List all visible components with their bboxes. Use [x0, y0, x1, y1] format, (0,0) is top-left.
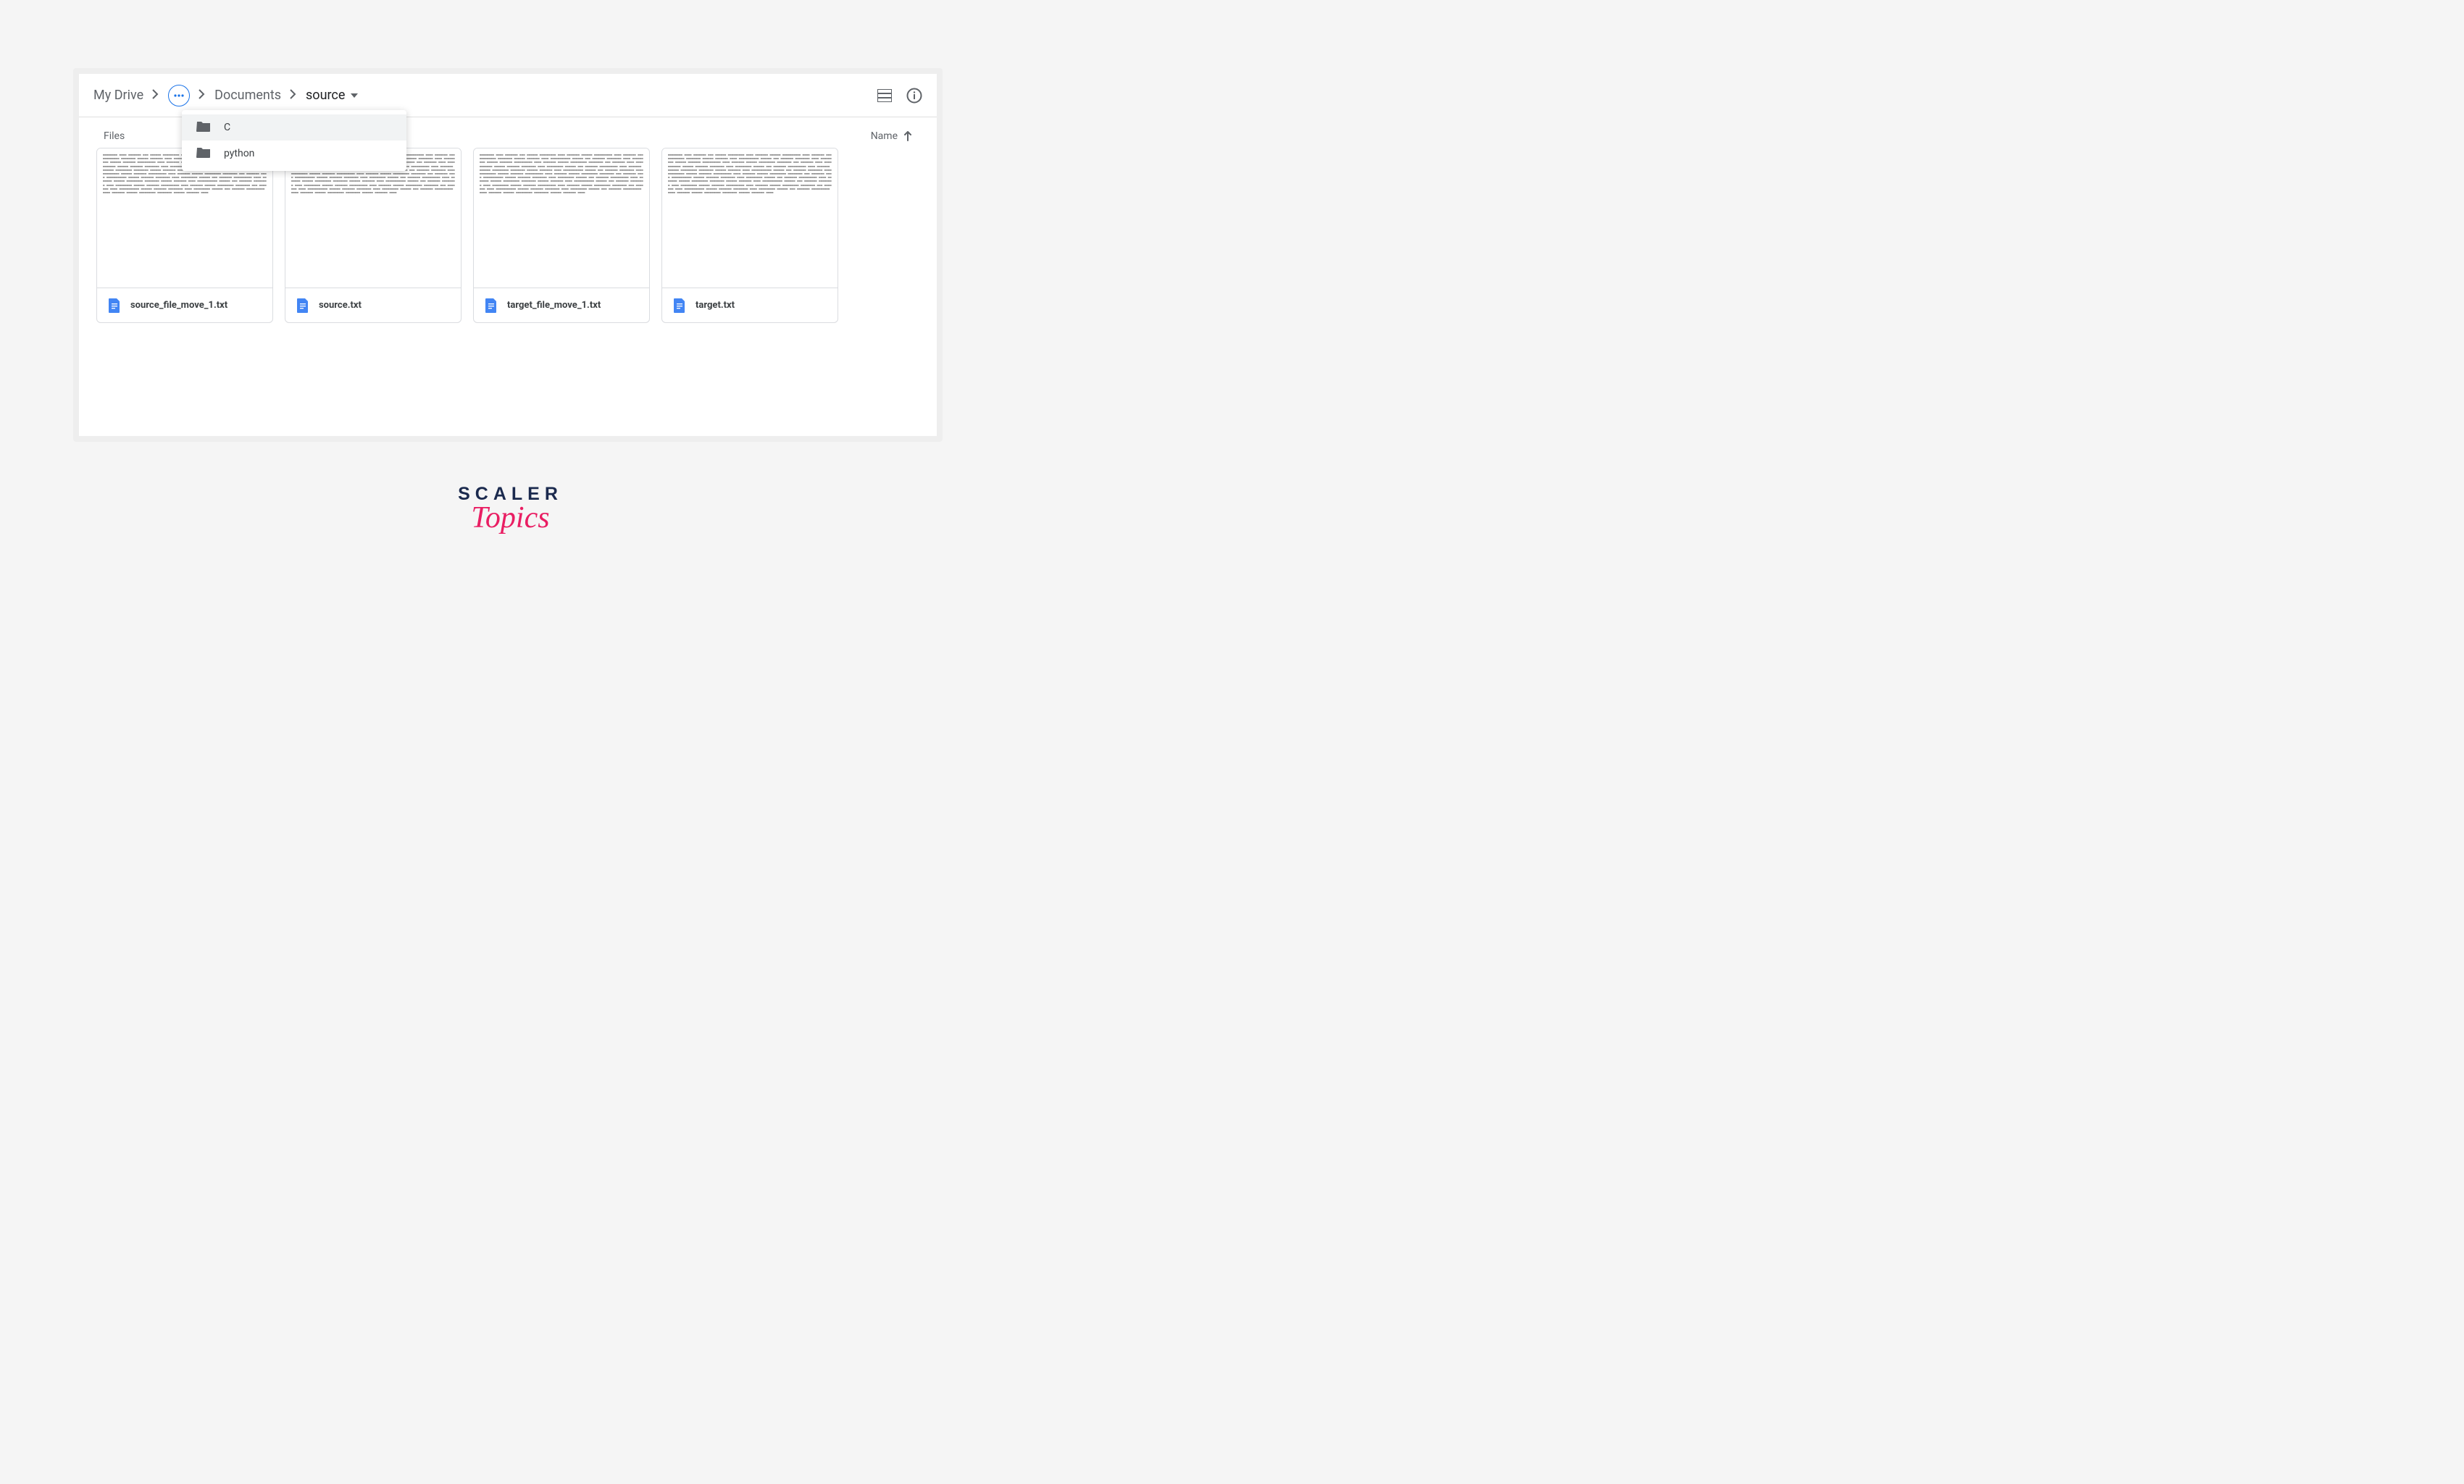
file-thumbnail: ▬▬▬▬▬▬▬▬ ▬▬▬▬ ▬▬▬▬▬▬▬ ▬▬▬ ▬▬▬▬▬▬ ▬▬▬▬▬▬▬…: [662, 148, 838, 288]
breadcrumb-documents[interactable]: Documents: [214, 88, 281, 103]
dropdown-item-python[interactable]: python: [182, 141, 406, 167]
dropdown-item-label: C: [224, 122, 230, 133]
section-title: Files: [104, 130, 125, 142]
caret-down-icon: [351, 93, 358, 98]
dropdown-item-c[interactable]: C: [182, 114, 406, 141]
document-icon: [674, 298, 685, 313]
files-grid: ▬▬▬▬▬▬▬▬ ▬▬▬▬ ▬▬▬▬▬▬▬ ▬▬▬ ▬▬▬▬▬▬ ▬▬▬▬▬▬▬…: [79, 148, 937, 323]
file-footer: source_file_move_1.txt: [97, 288, 272, 322]
file-card[interactable]: ▬▬▬▬▬▬▬▬ ▬▬▬▬ ▬▬▬▬▬▬▬ ▬▬▬ ▬▬▬▬▬▬ ▬▬▬▬▬▬▬…: [661, 148, 838, 323]
chevron-right-icon: [290, 88, 297, 103]
drive-window: My Drive Documents source: [73, 68, 943, 442]
sort-button[interactable]: Name: [871, 130, 912, 142]
breadcrumb: My Drive Documents source: [93, 85, 358, 106]
toolbar-actions: [877, 88, 922, 104]
folder-icon: [196, 146, 211, 161]
list-view-button[interactable]: [877, 89, 892, 102]
file-footer: source.txt: [285, 288, 461, 322]
document-icon: [109, 298, 120, 313]
sort-label: Name: [871, 130, 898, 142]
breadcrumb-root[interactable]: My Drive: [93, 88, 143, 103]
file-footer: target_file_move_1.txt: [474, 288, 649, 322]
file-name: source.txt: [319, 300, 362, 311]
chevron-right-icon: [152, 88, 159, 103]
file-name: source_file_move_1.txt: [130, 300, 227, 311]
breadcrumb-current[interactable]: source: [306, 88, 358, 103]
dropdown-item-label: python: [224, 148, 254, 159]
arrow-up-icon: [903, 131, 912, 141]
file-footer: target.txt: [662, 288, 838, 322]
file-card[interactable]: ▬▬▬▬▬▬▬▬ ▬▬▬▬ ▬▬▬▬▬▬▬ ▬▬▬ ▬▬▬▬▬▬ ▬▬▬▬▬▬▬…: [473, 148, 650, 323]
brand-line2: Topics: [458, 500, 563, 535]
document-icon: [485, 298, 497, 313]
info-button[interactable]: [906, 88, 922, 104]
file-name: target_file_move_1.txt: [507, 300, 601, 311]
file-thumbnail: ▬▬▬▬▬▬▬▬ ▬▬▬▬ ▬▬▬▬▬▬▬ ▬▬▬ ▬▬▬▬▬▬ ▬▬▬▬▬▬▬…: [474, 148, 649, 288]
file-card[interactable]: ▬▬▬▬▬▬▬▬ ▬▬▬▬ ▬▬▬▬▬▬▬ ▬▬▬ ▬▬▬▬▬▬ ▬▬▬▬▬▬▬…: [285, 148, 462, 323]
brand-logo: SCALER Topics: [458, 484, 563, 535]
breadcrumb-dropdown: C python: [182, 110, 406, 171]
file-card[interactable]: ▬▬▬▬▬▬▬▬ ▬▬▬▬ ▬▬▬▬▬▬▬ ▬▬▬ ▬▬▬▬▬▬ ▬▬▬▬▬▬▬…: [96, 148, 273, 323]
breadcrumb-current-label: source: [306, 88, 345, 103]
file-name: target.txt: [696, 300, 735, 311]
toolbar: My Drive Documents source: [79, 74, 937, 117]
chevron-right-icon: [199, 88, 206, 103]
folder-icon: [196, 120, 211, 135]
document-icon: [297, 298, 309, 313]
breadcrumb-overflow-button[interactable]: [168, 85, 190, 106]
